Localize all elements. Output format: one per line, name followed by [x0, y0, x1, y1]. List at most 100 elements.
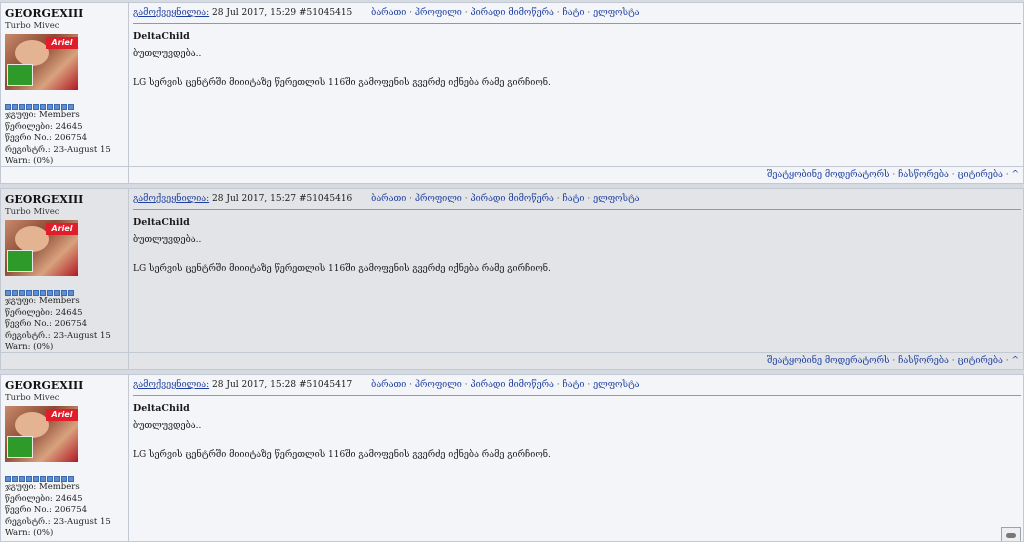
post-text-line: ბუთლუვდება.. — [133, 421, 202, 431]
author-name[interactable]: GEORGEXIII — [5, 193, 128, 206]
post-footer: შეატყობინე მოდერატორს · ჩასწორება · ციტი… — [1, 166, 1023, 183]
nav-email-link[interactable]: ელფოსტა — [593, 194, 639, 204]
nav-card-link[interactable]: ბარათი — [371, 194, 406, 204]
author-group: ჯგუფი: Members — [5, 296, 80, 306]
separator: · — [951, 356, 955, 366]
post-text-line: ბუთლუვდება.. — [133, 49, 202, 59]
post-actions: შეატყობინე მოდერატორს · ჩასწორება · ციტი… — [129, 353, 1023, 369]
quote-button[interactable]: ციტირება — [957, 170, 1002, 180]
post-text-line: LG სერვის ცენტრში მიიიტაზე წერეთლის 116შ… — [133, 78, 551, 88]
author-member-no: წევრი No.: 206754 — [5, 319, 88, 329]
nav-email-link[interactable]: ელფოსტა — [593, 380, 639, 390]
nav-profile-link[interactable]: პროფილი — [415, 8, 462, 18]
author-group: ჯგუფი: Members — [5, 482, 80, 492]
user-nav: ბარათი · პროფილი · პირადი მიმოწერა · ჩატ… — [371, 8, 639, 18]
forum-post: GEORGEXIII Turbo Mivec Ariel ჯგუფი: Memb… — [0, 188, 1024, 370]
posted-label-link[interactable]: გამოქვეყნილია: — [133, 8, 209, 18]
separator: · — [464, 380, 468, 390]
post-id[interactable]: #51045417 — [299, 380, 352, 390]
quote-author: DeltaChild — [133, 217, 190, 228]
separator: · — [892, 170, 896, 180]
post-body: DeltaChild ბუთლუვდება.. LG სერვის ცენტრშ… — [133, 24, 1023, 89]
separator: · — [556, 194, 560, 204]
nav-pm-link[interactable]: პირადი მიმოწერა — [470, 194, 553, 204]
post-content: გამოქვეყნილია: 28 Jul 2017, 15:27 #51045… — [129, 189, 1023, 352]
separator: · — [409, 380, 412, 390]
posted-label-link[interactable]: გამოქვეყნილია: — [133, 194, 209, 204]
author-name[interactable]: GEORGEXIII — [5, 379, 128, 392]
post-content: გამოქვეყნილია: 28 Jul 2017, 15:28 #51045… — [129, 375, 1023, 541]
nav-chat-link[interactable]: ჩატი — [563, 194, 585, 204]
post-content: გამოქვეყნილია: 28 Jul 2017, 15:29 #51045… — [129, 3, 1023, 166]
avatar-banner: Ariel — [46, 409, 78, 421]
user-nav: ბარათი · პროფილი · პირადი მიმოწერა · ჩატ… — [371, 380, 639, 390]
author-warn[interactable]: Warn: (0%) — [5, 342, 128, 354]
separator: · — [587, 8, 591, 18]
nav-card-link[interactable]: ბარათი — [371, 8, 406, 18]
author-warn[interactable]: Warn: (0%) — [5, 528, 128, 540]
separator: · — [1005, 170, 1009, 180]
nav-profile-link[interactable]: პროფილი — [415, 380, 462, 390]
author-panel: GEORGEXIII Turbo Mivec Ariel ჯგუფი: Memb… — [1, 3, 129, 166]
nav-card-link[interactable]: ბარათი — [371, 380, 406, 390]
scroll-top-button[interactable]: ^ — [1011, 170, 1019, 180]
forum-post: GEORGEXIII Turbo Mivec Ariel ჯგუფი: Memb… — [0, 374, 1024, 542]
post-header: გამოქვეყნილია: 28 Jul 2017, 15:28 #51045… — [133, 379, 1021, 396]
separator: · — [587, 380, 591, 390]
user-nav: ბარათი · პროფილი · პირადი მიმოწერა · ჩატ… — [371, 194, 639, 204]
author-title: Turbo Mivec — [5, 393, 60, 403]
avatar[interactable]: Ariel — [5, 34, 78, 90]
avatar-banner: Ariel — [46, 37, 78, 49]
post-text-line: LG სერვის ცენტრში მიიიტაზე წერეთლის 116შ… — [133, 450, 551, 460]
post-datetime: 28 Jul 2017, 15:29 — [212, 8, 297, 18]
separator: · — [587, 194, 591, 204]
nav-chat-link[interactable]: ჩატი — [563, 8, 585, 18]
quote-author: DeltaChild — [133, 403, 190, 414]
separator: · — [892, 356, 896, 366]
quote-author: DeltaChild — [133, 31, 190, 42]
posted-label-link[interactable]: გამოქვეყნილია: — [133, 380, 209, 390]
quote-button[interactable]: ციტირება — [957, 356, 1002, 366]
author-panel: GEORGEXIII Turbo Mivec Ariel ჯგუფი: Memb… — [1, 189, 129, 352]
report-button[interactable]: შეატყობინე მოდერატორს — [767, 356, 889, 366]
author-warn[interactable]: Warn: (0%) — [5, 156, 128, 168]
edit-button[interactable]: ჩასწორება — [898, 170, 949, 180]
author-registered: რეგისტრ.: 23-August 15 — [5, 516, 111, 527]
forum-post: GEORGEXIII Turbo Mivec Ariel ჯგუფი: Memb… — [0, 2, 1024, 184]
avatar-face — [15, 40, 49, 66]
author-group: ჯგუფი: Members — [5, 110, 80, 120]
edit-button[interactable]: ჩასწორება — [898, 356, 949, 366]
post-header: გამოქვეყნილია: 28 Jul 2017, 15:27 #51045… — [133, 193, 1021, 210]
author-member-no: წევრი No.: 206754 — [5, 505, 88, 515]
post-text-line: ბუთლუვდება.. — [133, 235, 202, 245]
toggle-icon[interactable] — [1001, 527, 1021, 541]
report-button[interactable]: შეატყობინე მოდერატორს — [767, 170, 889, 180]
avatar[interactable]: Ariel — [5, 406, 78, 462]
author-member-no: წევრი No.: 206754 — [5, 133, 88, 143]
author-registered: რეგისტრ.: 23-August 15 — [5, 144, 111, 155]
separator: · — [409, 194, 412, 204]
author-panel: GEORGEXIII Turbo Mivec Ariel ჯგუფი: Memb… — [1, 375, 129, 541]
avatar-banner: Ariel — [46, 223, 78, 235]
separator: · — [556, 8, 560, 18]
post-body: DeltaChild ბუთლუვდება.. LG სერვის ცენტრშ… — [133, 396, 1023, 461]
avatar[interactable]: Ariel — [5, 220, 78, 276]
author-title: Turbo Mivec — [5, 21, 60, 31]
post-id[interactable]: #51045416 — [299, 194, 352, 204]
separator: · — [464, 194, 468, 204]
nav-chat-link[interactable]: ჩატი — [563, 380, 585, 390]
nav-profile-link[interactable]: პროფილი — [415, 194, 462, 204]
scroll-top-button[interactable]: ^ — [1011, 356, 1019, 366]
author-post-count: წერილები: 24645 — [5, 121, 83, 132]
author-post-count: წერილები: 24645 — [5, 493, 83, 504]
post-id[interactable]: #51045415 — [299, 8, 352, 18]
separator: · — [1005, 356, 1009, 366]
post-actions: შეატყობინე მოდერატორს · ჩასწორება · ციტი… — [129, 167, 1023, 183]
nav-pm-link[interactable]: პირადი მიმოწერა — [470, 380, 553, 390]
nav-pm-link[interactable]: პირადი მიმოწერა — [470, 8, 553, 18]
post-footer: შეატყობინე მოდერატორს · ჩასწორება · ციტი… — [1, 352, 1023, 369]
toggle-knob — [1006, 533, 1016, 538]
author-name[interactable]: GEORGEXIII — [5, 7, 128, 20]
author-registered: რეგისტრ.: 23-August 15 — [5, 330, 111, 341]
nav-email-link[interactable]: ელფოსტა — [593, 8, 639, 18]
